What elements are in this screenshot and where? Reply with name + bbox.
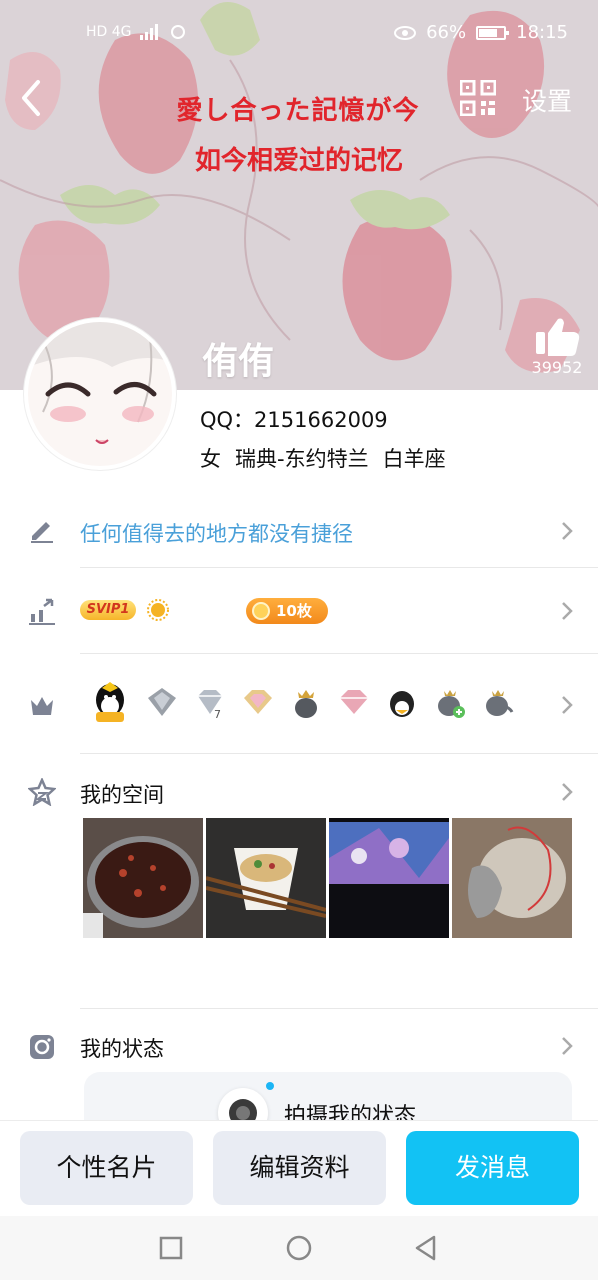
nickname: 侑侑 [202,341,275,382]
thumbs-up-icon[interactable] [534,316,580,356]
pink-diamond-icon[interactable] [336,684,372,720]
svg-text:7: 7 [214,708,221,720]
coin-badge[interactable]: 10枚 [246,598,328,624]
space-title: 我的空间 [80,783,164,807]
photo-hotpot[interactable] [83,818,203,938]
profile-screen: HD 4G 66% 18:15 愛し合った記憶が今 如今相爱过的记忆 设置 侑侑… [0,0,598,1280]
pencil-icon [31,522,53,543]
home-icon[interactable] [285,1234,313,1262]
basic-info: 女 瑞典-东约特兰 白羊座 [200,443,446,473]
signature-line-1: 愛し合った記憶が今 [176,96,420,126]
back-nav-icon[interactable] [412,1234,440,1262]
status-bar: HD 4G 66% 18:15 [0,0,598,70]
crown-penguin-icon[interactable] [288,684,324,720]
network-label: HD 4G [86,24,132,40]
location: 瑞典-东约特兰 [235,447,369,471]
sun-moon-level-icon [147,599,232,621]
action-bar: 个性名片 编辑资料 发消息 [0,1120,598,1216]
badge-list: 7 [88,680,516,724]
battery-icon [476,25,510,40]
chevron-right-icon [562,783,573,801]
chevron-right-icon [562,522,573,540]
profile-card-button[interactable]: 个性名片 [20,1131,193,1205]
status-right: 66% 18:15 [394,22,568,43]
battery-percent: 66% [426,22,467,43]
chevron-right-icon [562,602,573,620]
penguin-lv1-icon[interactable] [88,680,132,724]
gender: 女 [200,447,221,471]
qr-code-icon[interactable] [460,80,496,116]
divider [80,753,598,754]
chevron-right-icon [562,696,573,714]
signal-icon [139,24,158,40]
photo-mug[interactable] [452,818,572,938]
qq-level-icons [146,598,242,622]
instagram-camera-icon [30,1035,54,1059]
like-count: 39952 [531,358,583,377]
camera-new-dot [266,1082,274,1090]
photo-noodles[interactable] [206,818,326,938]
silver-crown-icon[interactable] [144,684,180,720]
divider [80,1008,598,1009]
diamond-7-icon[interactable]: 7 [192,684,228,720]
eye-icon [394,25,417,40]
qq-number: QQ：2151662009 [200,408,388,432]
signature-text: 任何值得去的地方都没有捷径 [80,522,353,546]
signature-row[interactable]: 任何值得去的地方都没有捷径 [0,496,598,566]
recents-icon[interactable] [157,1234,185,1262]
chevron-right-icon [562,1037,573,1055]
space-row[interactable]: 我的空间 [0,760,598,810]
system-nav-bar [0,1216,598,1280]
svip-badge: SVIP1 [80,600,136,620]
space-photos [83,818,572,938]
zodiac: 白羊座 [382,447,446,471]
network-indicator: HD 4G [86,24,186,40]
photo-cinema[interactable] [329,818,449,938]
penguin-plus-icon[interactable] [432,684,468,720]
clock: 18:15 [516,22,568,43]
avatar-image [28,322,172,466]
level-chart-icon [29,598,55,625]
status-title: 我的状态 [80,1037,164,1061]
coin-count: 10枚 [276,602,312,620]
signature-line-2: 如今相爱过的记忆 [194,146,403,176]
crown-icon [31,697,53,715]
status-row[interactable]: 我的状态 [0,1015,598,1075]
send-message-button[interactable]: 发消息 [406,1131,579,1205]
sync-icon [170,25,185,39]
penguin-icon[interactable] [384,684,420,720]
edit-profile-button[interactable]: 编辑资料 [213,1131,386,1205]
avatar[interactable] [24,318,176,470]
pink-gold-diamond-icon[interactable] [240,684,276,720]
star-icon [28,778,56,806]
settings-button[interactable]: 设置 [522,82,572,118]
penguin-crown-grey-icon[interactable] [480,684,516,720]
coin-icon [252,602,270,620]
